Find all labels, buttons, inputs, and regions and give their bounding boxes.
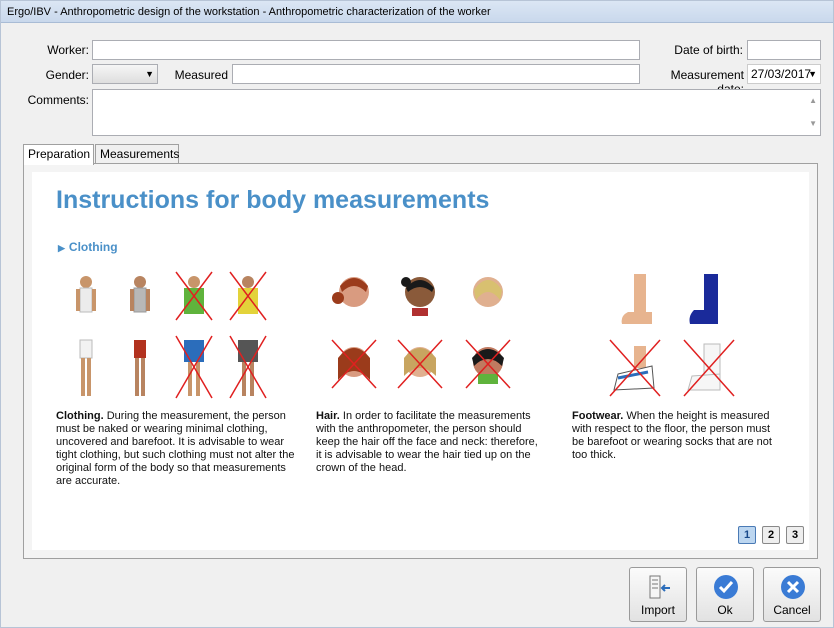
ok-button[interactable]: Ok xyxy=(696,567,754,622)
hair-figure-6-crossed xyxy=(465,339,511,389)
ok-label: Ok xyxy=(717,603,733,617)
hair-text: In order to facilitate the measurements … xyxy=(316,410,538,474)
footwear-figures xyxy=(609,274,735,397)
date-of-birth-label: Date of birth: xyxy=(674,43,743,57)
measurement-date-picker[interactable]: 27/03/2017 ▼ xyxy=(747,64,821,84)
page-button-3[interactable]: 3 xyxy=(786,526,804,544)
measurement-date-value: 27/03/2017 xyxy=(751,67,812,81)
worker-label: Worker: xyxy=(47,43,89,57)
tab-measurements[interactable]: Measurements xyxy=(95,144,179,164)
comments-field[interactable]: ▲ ▼ xyxy=(92,89,821,136)
scroll-up-icon[interactable]: ▲ xyxy=(809,92,817,110)
hair-figure-4-crossed xyxy=(331,339,377,389)
triangle-right-icon: ▶ xyxy=(58,243,65,253)
clothing-figure-3-crossed xyxy=(175,271,213,399)
import-icon xyxy=(649,575,670,599)
clothing-heading: Clothing. xyxy=(56,410,104,422)
gender-label: Gender: xyxy=(45,68,89,82)
cancel-label: Cancel xyxy=(773,603,811,617)
footwear-heading: Footwear. xyxy=(572,410,624,422)
instructions-content: Instructions for body measurements ▶ Clot… xyxy=(32,172,809,550)
import-button[interactable]: Import xyxy=(629,567,687,622)
clothing-figures xyxy=(76,271,267,399)
chevron-down-icon: ▼ xyxy=(145,69,154,79)
clothing-description: Clothing. During the measurement, the pe… xyxy=(56,410,296,488)
cancel-button[interactable]: Cancel xyxy=(763,567,821,622)
date-of-birth-field[interactable] xyxy=(747,40,821,60)
chevron-down-icon: ▼ xyxy=(808,69,817,79)
instructions-title: Instructions for body measurements xyxy=(56,186,490,214)
foot-barefoot xyxy=(621,274,652,324)
tab-preparation[interactable]: Preparation xyxy=(23,144,94,165)
hair-heading: Hair. xyxy=(316,410,340,422)
page-button-2[interactable]: 2 xyxy=(762,526,780,544)
foot-sock xyxy=(689,274,718,324)
footwear-description: Footwear. When the height is measured wi… xyxy=(572,410,782,462)
hair-figure-5-crossed xyxy=(397,339,443,389)
hair-description: Hair. In order to facilitate the measure… xyxy=(316,410,546,475)
import-label: Import xyxy=(640,603,675,617)
clothing-figure-1 xyxy=(76,276,96,396)
foot-sneaker-crossed xyxy=(609,339,661,397)
main-window: Ergo/IBV - Anthropometric design of the … xyxy=(0,0,834,628)
hair-figures xyxy=(331,277,511,389)
close-icon xyxy=(781,575,805,599)
measured-label: Measured xyxy=(174,68,228,82)
hair-figure-1 xyxy=(332,277,369,307)
section-clothing[interactable]: ▶ Clothing xyxy=(58,240,118,254)
comments-label: Comments: xyxy=(27,93,89,107)
measured-field[interactable] xyxy=(232,64,640,84)
hair-figure-2 xyxy=(401,277,435,316)
window-title: Ergo/IBV - Anthropometric design of the … xyxy=(1,1,833,23)
page-button-1[interactable]: 1 xyxy=(738,526,756,544)
preparation-panel: Instructions for body measurements ▶ Clot… xyxy=(23,163,818,559)
checkmark-icon xyxy=(714,575,738,599)
section-label: Clothing xyxy=(68,240,118,254)
foot-thick-sock-crossed xyxy=(683,339,735,397)
clothing-figure-4-crossed xyxy=(229,271,267,399)
scroll-down-icon[interactable]: ▼ xyxy=(809,115,817,133)
worker-field[interactable] xyxy=(92,40,640,60)
clothing-figure-2 xyxy=(130,276,150,396)
hair-figure-3 xyxy=(473,277,503,307)
gender-select[interactable]: ▼ xyxy=(92,64,158,84)
